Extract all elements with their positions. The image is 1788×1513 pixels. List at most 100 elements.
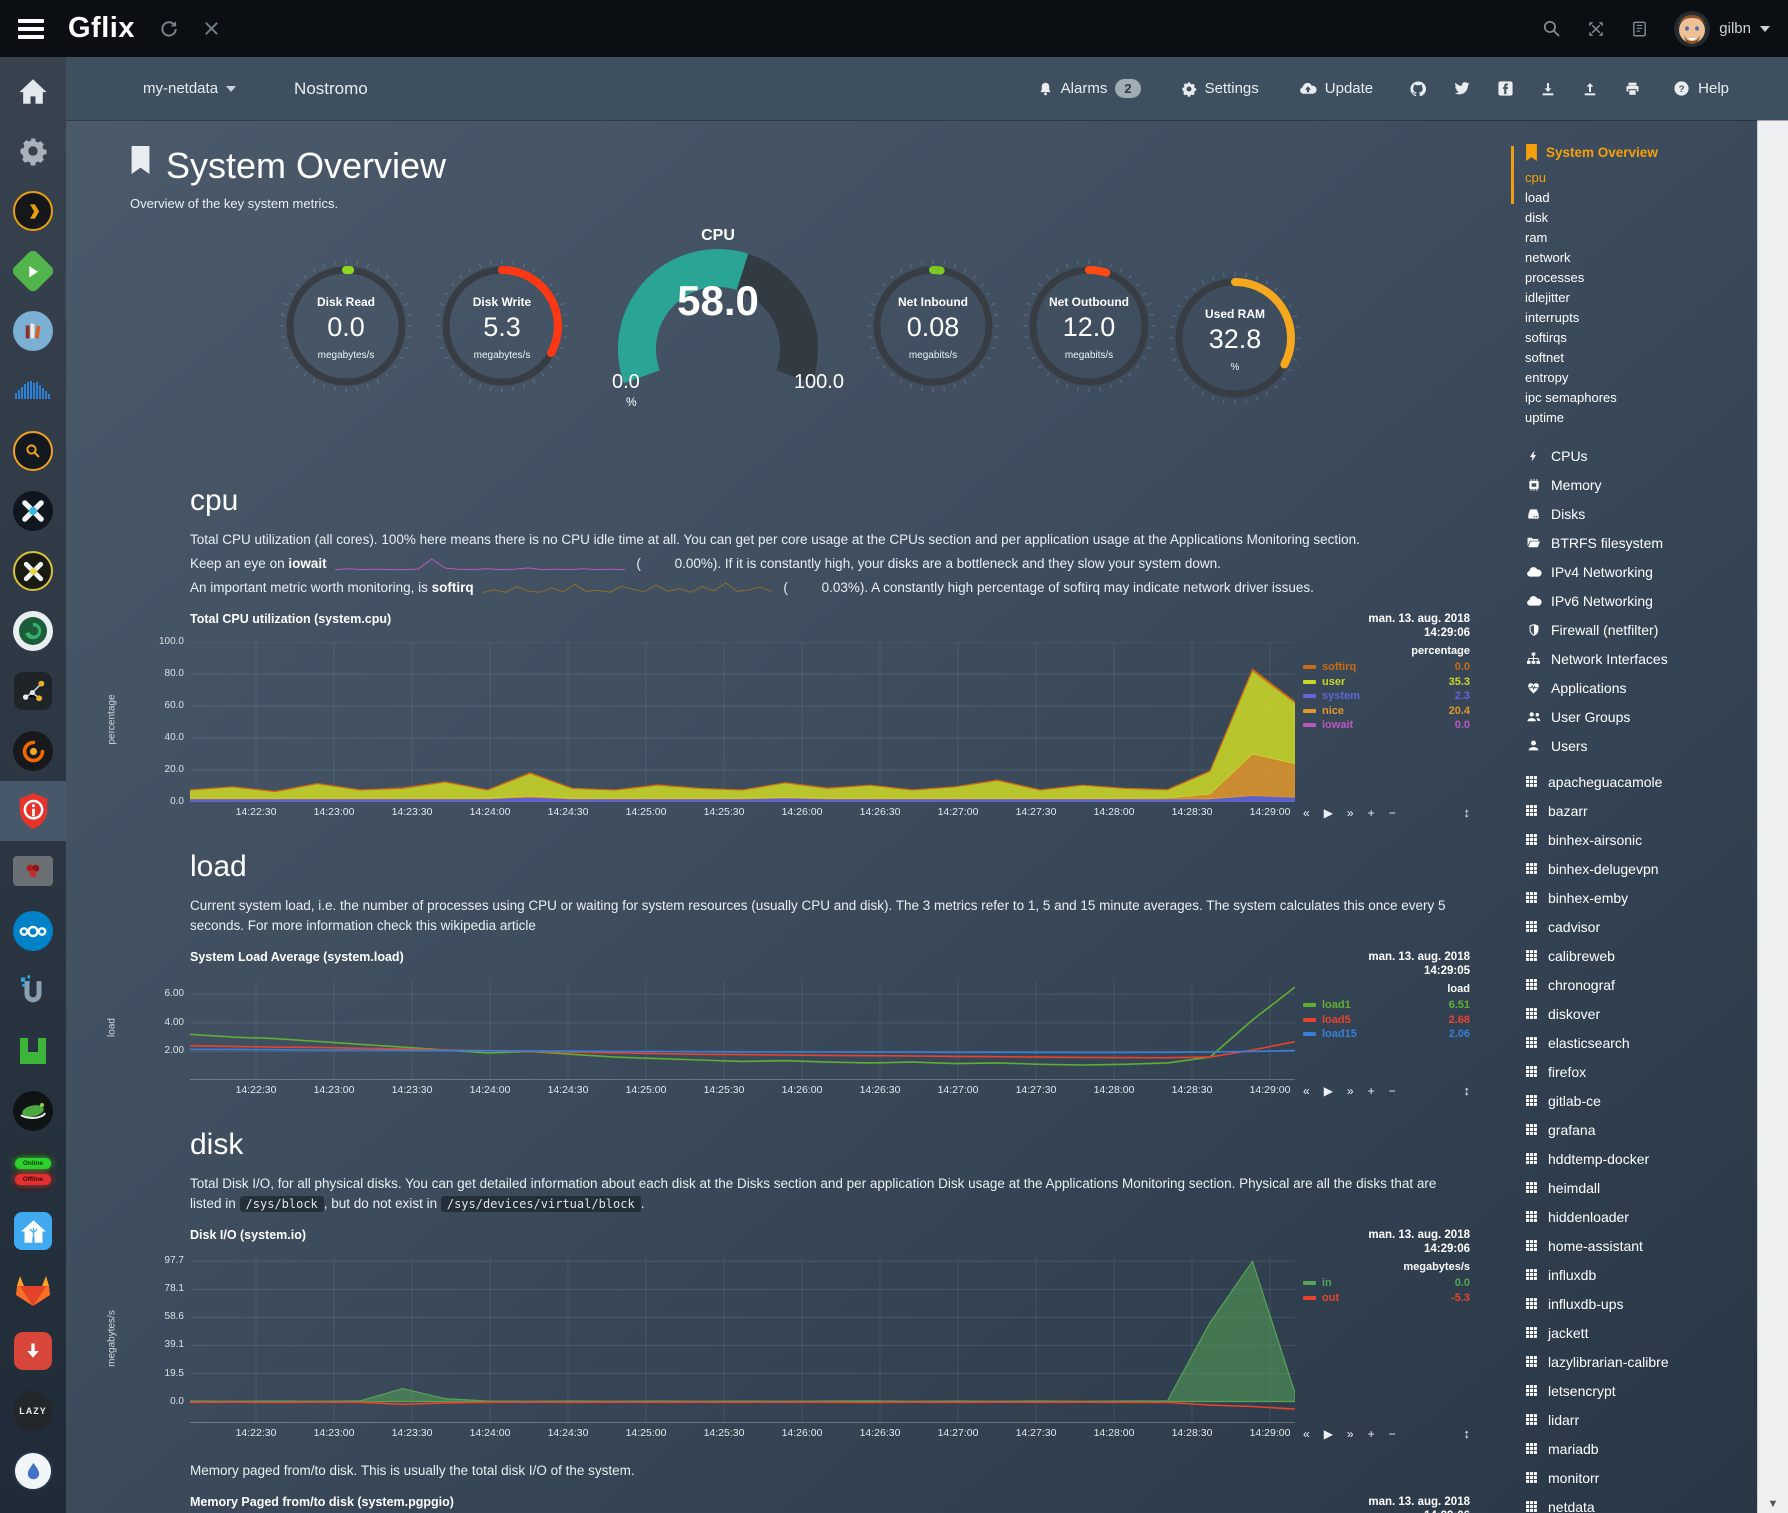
sidebar-app-letsencrypt[interactable]: letsencrypt [1525,1376,1757,1405]
dock-red-shield-icon[interactable] [0,781,66,841]
dock-unraid-icon[interactable] [0,1021,66,1081]
sidebar-header-system-overview[interactable]: System Overview [1525,144,1757,161]
sidebar-app-binhex-delugevpn[interactable]: binhex-delugevpn [1525,854,1757,883]
sidebar-app-monitorr[interactable]: monitorr [1525,1463,1757,1492]
pan-forward-button[interactable]: » [1347,1084,1354,1098]
resize-handle[interactable]: ↕ [1464,1426,1471,1441]
net-outbound-gauge[interactable]: Net Outbound 12.0 megabits/s [1014,251,1164,401]
legend-load15[interactable]: load152.06 [1303,1027,1470,1042]
sidebar-item-cpu[interactable]: cpu [1525,168,1757,188]
sidebar-app-hiddenloader[interactable]: hiddenloader [1525,1202,1757,1231]
pan-forward-button[interactable]: » [1347,1427,1354,1441]
dock-home-icon[interactable] [0,61,66,121]
sidebar-app-firefox[interactable]: firefox [1525,1057,1757,1086]
dock-plex-icon[interactable] [0,181,66,241]
dock-yellow-x-icon[interactable] [0,541,66,601]
close-tab-icon[interactable] [203,20,220,37]
app-logo[interactable]: Gflix [68,12,135,45]
play-button[interactable]: ▶ [1324,1427,1333,1441]
sidebar-section-network-interfaces[interactable]: Network Interfaces [1525,644,1757,673]
sidebar-item-softirqs[interactable]: softirqs [1525,328,1757,348]
dock-green-saucer-icon[interactable] [0,1081,66,1141]
sidebar-app-influxdb-ups[interactable]: influxdb-ups [1525,1289,1757,1318]
dock-nextcloud-icon[interactable] [0,901,66,961]
dock-unifi-icon[interactable] [0,961,66,1021]
sidebar-app-diskover[interactable]: diskover [1525,999,1757,1028]
legend-softirq[interactable]: softirq0.0 [1303,660,1470,675]
hamburger-menu-icon[interactable] [18,19,44,39]
page-scrollbar[interactable]: ▼ [1757,120,1788,1513]
play-button[interactable]: ▶ [1324,1084,1333,1098]
pan-backward-button[interactable]: « [1303,806,1310,820]
sidebar-app-binhex-airsonic[interactable]: binhex-airsonic [1525,825,1757,854]
sidebar-app-heimdall[interactable]: heimdall [1525,1173,1757,1202]
sidebar-app-grafana[interactable]: grafana [1525,1115,1757,1144]
dock-blue-x-icon[interactable] [0,481,66,541]
zoom-in-button[interactable]: + [1368,1084,1375,1098]
alarms-button[interactable]: Alarms 2 [1025,79,1154,98]
facebook-link[interactable] [1484,80,1527,97]
zoom-out-button[interactable]: − [1389,806,1396,820]
sidebar-app-cadvisor[interactable]: cadvisor [1525,912,1757,941]
sidebar-item-uptime[interactable]: uptime [1525,408,1757,428]
search-icon[interactable] [1542,19,1561,38]
pan-backward-button[interactable]: « [1303,1084,1310,1098]
dock-gitlab-icon[interactable] [0,1261,66,1321]
settings-button[interactable]: Settings [1168,80,1272,97]
refresh-tab-icon[interactable] [159,19,179,39]
legend-load1[interactable]: load16.51 [1303,998,1470,1013]
sidebar-section-ipv4-networking[interactable]: IPv4 Networking [1525,557,1757,586]
dock-emby-icon[interactable] [0,241,66,301]
update-button[interactable]: Update [1286,80,1386,97]
legend-out[interactable]: out-5.3 [1303,1291,1470,1306]
zoom-out-button[interactable]: − [1389,1084,1396,1098]
sidebar-section-user-groups[interactable]: User Groups [1525,702,1757,731]
fullscreen-icon[interactable] [1587,20,1605,38]
sidebar-item-softnet[interactable]: softnet [1525,348,1757,368]
dock-lazylibrarian-icon[interactable]: LAZY [0,1381,66,1441]
dock-audio-waveform-icon[interactable] [0,361,66,421]
used-ram-gauge[interactable]: Used RAM 32.8 % [1160,263,1310,413]
dock-red-download-icon[interactable] [0,1321,66,1381]
sidebar-section-applications[interactable]: Applications [1525,673,1757,702]
sidebar-app-apacheguacamole[interactable]: apacheguacamole [1525,767,1757,796]
legend-iowait[interactable]: iowait0.0 [1303,718,1470,733]
sidebar-app-home-assistant[interactable]: home-assistant [1525,1231,1757,1260]
sidebar-app-binhex-emby[interactable]: binhex-emby [1525,883,1757,912]
zoom-in-button[interactable]: + [1368,1427,1375,1441]
dock-grafana-icon[interactable] [0,721,66,781]
legend-user[interactable]: user35.3 [1303,675,1470,690]
sidebar-app-elasticsearch[interactable]: elasticsearch [1525,1028,1757,1057]
chart-plot[interactable]: load 6.004.002.00 load load16.51load52.6… [190,980,1295,1080]
dock-sabnzbd-icon[interactable]: sab [0,1501,66,1513]
sidebar-item-ram[interactable]: ram [1525,228,1757,248]
net-inbound-gauge[interactable]: Net Inbound 0.08 megabits/s [858,251,1008,401]
sidebar-app-jackett[interactable]: jackett [1525,1318,1757,1347]
chart-plot[interactable]: megabytes/s 97.778.158.639.119.50.0 mega… [190,1258,1295,1423]
pan-forward-button[interactable]: » [1347,806,1354,820]
dock-green-swirl-icon[interactable] [0,601,66,661]
dock-monitorr-icon[interactable]: OnlineOffline [0,1141,66,1201]
zoom-out-button[interactable]: − [1389,1427,1396,1441]
play-button[interactable]: ▶ [1324,806,1333,820]
resize-handle[interactable]: ↕ [1464,1083,1471,1098]
sidebar-section-memory[interactable]: Memory [1525,470,1757,499]
sidebar-app-lazylibrarian-calibre[interactable]: lazylibrarian-calibre [1525,1347,1757,1376]
sidebar-item-entropy[interactable]: entropy [1525,368,1757,388]
sidebar-item-processes[interactable]: processes [1525,268,1757,288]
sidebar-section-cpus[interactable]: CPUs [1525,441,1757,470]
sidebar-app-calibreweb[interactable]: calibreweb [1525,941,1757,970]
legend-load5[interactable]: load52.68 [1303,1013,1470,1028]
sidebar-app-chronograf[interactable]: chronograf [1525,970,1757,999]
chart-plot[interactable]: percentage 100.080.060.040.020.00.0 perc… [190,642,1295,802]
disk-write-gauge[interactable]: Disk Write 5.3 megabytes/s [427,251,577,401]
resize-handle[interactable]: ↕ [1464,805,1471,820]
sidebar-section-btrfs-filesystem[interactable]: BTRFS filesystem [1525,528,1757,557]
sidebar-app-influxdb[interactable]: influxdb [1525,1260,1757,1289]
import-snapshot-button[interactable] [1569,81,1611,97]
sidebar-app-gitlab-ce[interactable]: gitlab-ce [1525,1086,1757,1115]
user-menu[interactable]: gilbn [1674,11,1770,47]
zoom-in-button[interactable]: + [1368,806,1375,820]
legend-in[interactable]: in0.0 [1303,1276,1470,1291]
dock-water-drop-icon[interactable] [0,1441,66,1501]
